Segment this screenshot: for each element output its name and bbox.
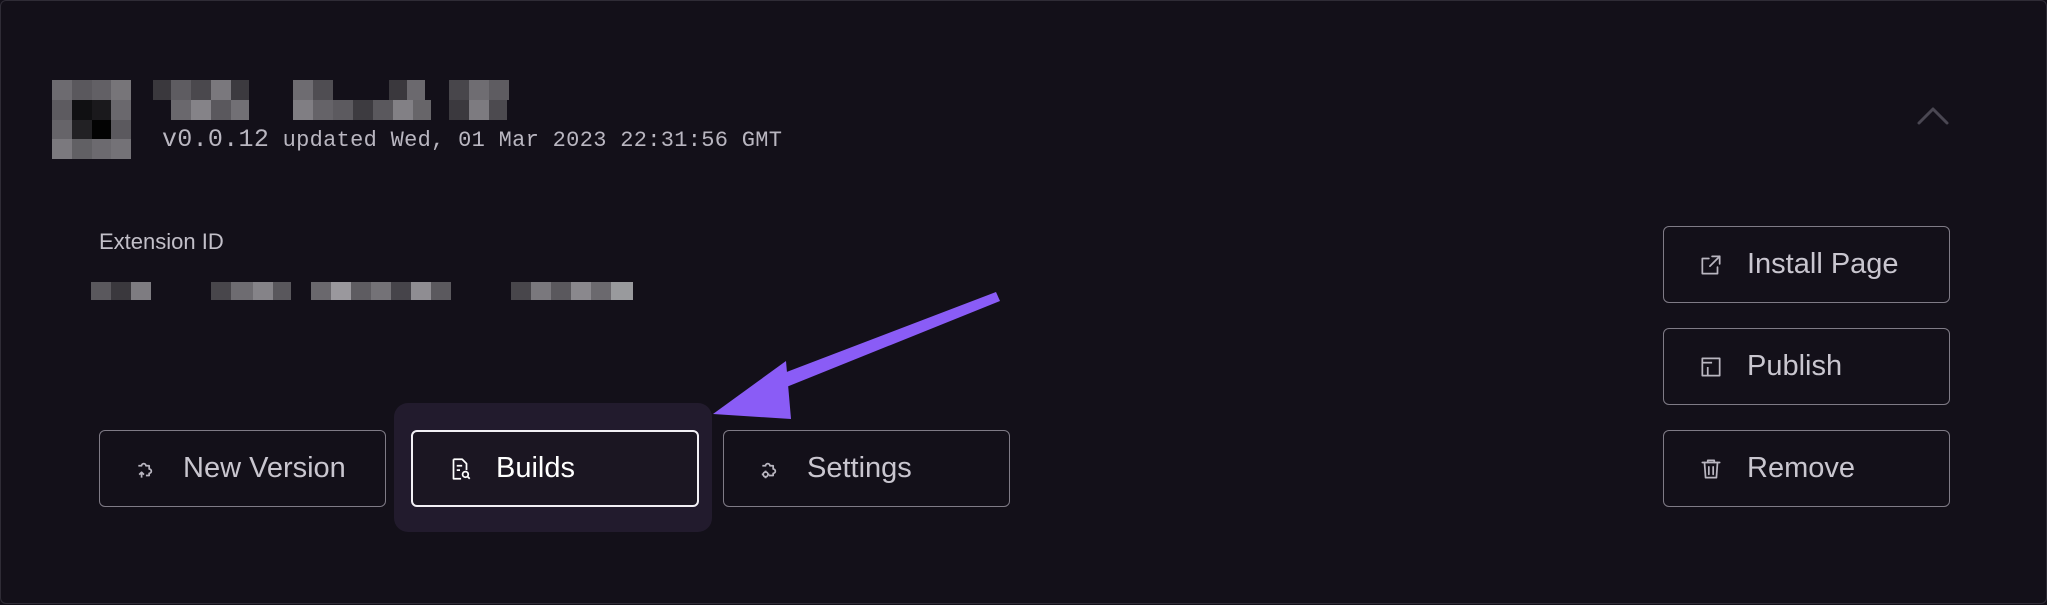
publish-button[interactable]: Publish: [1663, 328, 1950, 405]
remove-label: Remove: [1747, 452, 1855, 484]
version-line: v0.0.12 updated Wed, 01 Mar 2023 22:31:5…: [162, 125, 782, 154]
collapse-button[interactable]: [1913, 97, 1953, 137]
puzzle-upload-icon: [134, 456, 160, 482]
settings-label: Settings: [807, 452, 912, 484]
new-version-button[interactable]: New Version: [99, 430, 386, 507]
extension-card: v0.0.12 updated Wed, 01 Mar 2023 22:31:5…: [0, 0, 2047, 604]
version-number: v0.0.12: [162, 125, 270, 154]
builds-label: Builds: [496, 452, 575, 484]
publish-label: Publish: [1747, 350, 1843, 382]
publish-icon: [1698, 354, 1724, 380]
remove-button[interactable]: Remove: [1663, 430, 1950, 507]
new-version-label: New Version: [183, 452, 346, 484]
document-search-icon: [447, 456, 473, 482]
install-page-button[interactable]: Install Page: [1663, 226, 1950, 303]
chevron-up-icon: [1917, 107, 1949, 125]
extension-name-redacted: [153, 80, 509, 120]
puzzle-gear-icon: [758, 456, 784, 482]
extension-id-redacted: [91, 282, 633, 300]
install-page-label: Install Page: [1747, 248, 1899, 280]
external-link-icon: [1698, 252, 1724, 278]
extension-id-label: Extension ID: [99, 229, 224, 254]
updated-timestamp: updated Wed, 01 Mar 2023 22:31:56 GMT: [282, 128, 783, 153]
trash-icon: [1698, 456, 1724, 482]
extension-avatar: [52, 80, 131, 159]
builds-button[interactable]: Builds: [411, 430, 699, 507]
settings-button[interactable]: Settings: [723, 430, 1010, 507]
